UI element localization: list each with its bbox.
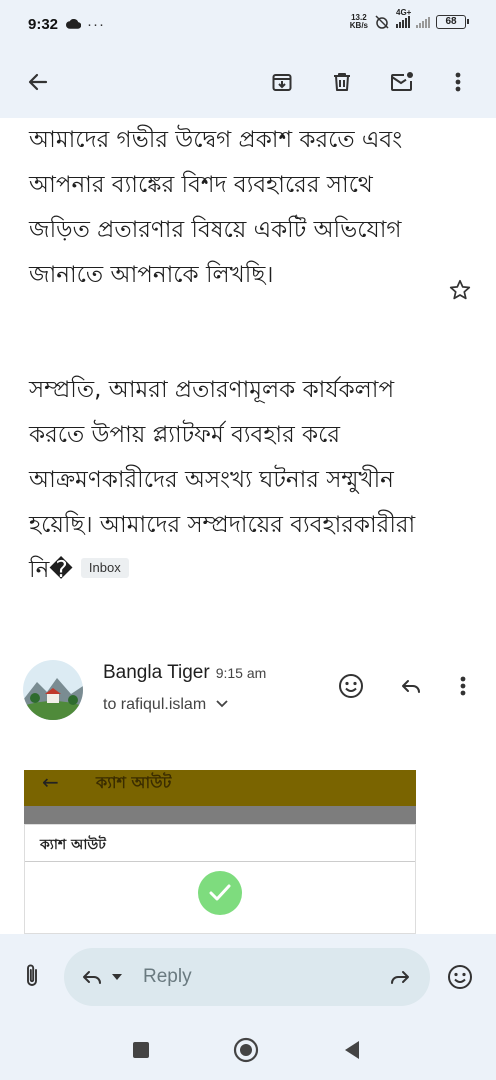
archive-icon[interactable] bbox=[268, 68, 296, 96]
system-nav-bar bbox=[0, 1020, 496, 1080]
emoji-react-icon[interactable] bbox=[337, 672, 365, 700]
email-content: আমাদের গভীর উদ্বেগ প্রকাশ করতে এবং আপনার… bbox=[0, 118, 496, 934]
attachment-icon[interactable] bbox=[18, 962, 46, 990]
email-time: 9:15 am bbox=[215, 665, 267, 681]
reply-input[interactable]: Reply bbox=[64, 948, 430, 1006]
attached-divider bbox=[25, 861, 415, 862]
emoji-icon[interactable] bbox=[446, 963, 474, 991]
delete-icon[interactable] bbox=[328, 68, 356, 96]
network-speed: 13.2 KB/s bbox=[349, 13, 368, 30]
signal-4g: 4G+ bbox=[396, 8, 411, 28]
signal-bars-secondary-icon bbox=[416, 16, 430, 28]
back-arrow-icon[interactable] bbox=[24, 68, 52, 96]
status-more-dots: ··· bbox=[87, 15, 106, 33]
email-paragraph-1: আমাদের গভীর উদ্বেগ প্রকাশ করতে এবং আপনার… bbox=[29, 127, 403, 288]
reply-mode-icon[interactable] bbox=[78, 963, 106, 991]
email-paragraph-2: সম্প্রতি, আমরা প্রতারণামূলক কার্যকলাপ কর… bbox=[29, 368, 429, 593]
sender-line: Bangla Tiger 9:15 am bbox=[103, 662, 266, 684]
inbox-label-chip[interactable]: Inbox bbox=[80, 557, 129, 578]
attached-header-title: ক্যাশ আউট bbox=[96, 773, 172, 792]
reply-icon[interactable] bbox=[397, 672, 425, 700]
avatar[interactable] bbox=[23, 660, 83, 720]
reply-placeholder: Reply bbox=[143, 966, 192, 987]
signal-bars-icon bbox=[396, 16, 410, 28]
forward-icon[interactable] bbox=[386, 963, 414, 991]
status-bar: 9:32 ··· 13.2 KB/s 4G+ 68 bbox=[0, 0, 496, 48]
star-icon[interactable] bbox=[448, 278, 472, 302]
attached-card-title: ক্যাশ আউট bbox=[40, 837, 106, 853]
status-time: 9:32 bbox=[28, 15, 59, 33]
home-icon[interactable] bbox=[232, 1036, 260, 1064]
alarm-off-icon bbox=[375, 15, 389, 29]
battery-icon: 68 bbox=[436, 15, 469, 29]
reply-bar: Reply bbox=[0, 934, 496, 1020]
status-indicators: 13.2 KB/s 4G+ 68 bbox=[349, 8, 469, 30]
attached-image-header: ← ক্যাশ আউট bbox=[24, 770, 416, 806]
attached-image-card: ক্যাশ আউট bbox=[24, 824, 416, 934]
email-paragraph-2-text: সম্প্রতি, আমরা প্রতারণামূলক কার্যকলাপ কর… bbox=[29, 377, 416, 583]
more-vert-icon[interactable] bbox=[444, 68, 472, 96]
attached-image-band bbox=[24, 806, 416, 824]
cloud-icon bbox=[66, 19, 82, 29]
recipient-text: to rafiqul.islam bbox=[103, 696, 207, 713]
attached-back-arrow-icon: ← bbox=[42, 770, 59, 794]
message-more-icon[interactable] bbox=[449, 672, 477, 700]
recipient-details[interactable]: to rafiqul.islam bbox=[103, 696, 229, 714]
sender-name[interactable]: Bangla Tiger bbox=[103, 662, 210, 683]
success-check-icon bbox=[198, 871, 242, 915]
attached-image[interactable]: ← ক্যাশ আউট ক্যাশ আউট bbox=[24, 770, 416, 934]
email-toolbar bbox=[0, 54, 496, 110]
mark-unread-icon[interactable] bbox=[388, 68, 416, 96]
chevron-down-icon bbox=[215, 700, 228, 708]
back-nav-icon[interactable] bbox=[338, 1036, 366, 1064]
reply-dropdown-icon[interactable] bbox=[109, 963, 125, 991]
recents-icon[interactable] bbox=[127, 1036, 155, 1064]
